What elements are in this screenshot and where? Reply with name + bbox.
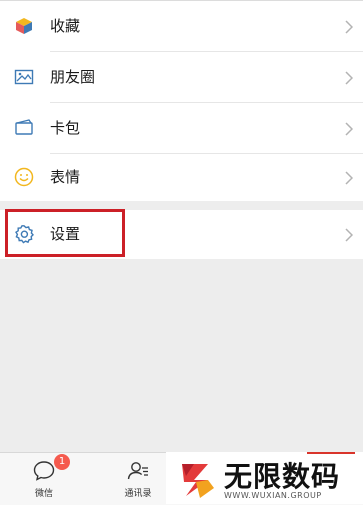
tab-contacts-label: 通讯录 <box>124 489 152 499</box>
menu-item-stickers[interactable]: 表情 <box>0 152 363 202</box>
favorites-label: 收藏 <box>50 17 81 35</box>
favorites-cube-icon <box>14 16 34 36</box>
tab-chats-label: 微信 <box>34 489 53 499</box>
watermark-title: 无限数码 <box>224 460 341 493</box>
unread-badge: 1 <box>54 454 70 470</box>
menu-group-main: 收藏 朋友圈 卡包 表情 <box>0 0 363 201</box>
chat-bubble-icon <box>32 459 56 483</box>
chevron-right-icon <box>345 170 354 185</box>
menu-item-favorites[interactable]: 收藏 <box>0 1 363 51</box>
watermark-subtitle: WWW.WUXIAN.GROUP <box>224 491 322 500</box>
menu-item-card-package[interactable]: 卡包 <box>0 103 363 153</box>
watermark-accent-line <box>307 452 355 454</box>
chevron-right-icon <box>345 19 354 34</box>
watermark-logo: 无限数码 WWW.WUXIAN.GROUP <box>166 452 363 504</box>
card-package-icon <box>14 118 34 138</box>
card-package-label: 卡包 <box>50 119 81 137</box>
settings-highlight-box <box>5 209 125 257</box>
tab-chats[interactable]: 1 微信 <box>14 453 74 505</box>
sticker-smile-icon <box>14 167 34 187</box>
stickers-label: 表情 <box>50 168 81 186</box>
menu-item-moments[interactable]: 朋友圈 <box>0 52 363 102</box>
chevron-right-icon <box>345 227 354 242</box>
tab-contacts[interactable]: 通讯录 <box>108 453 168 505</box>
moments-image-icon <box>14 67 34 87</box>
moments-label: 朋友圈 <box>50 68 96 86</box>
contacts-person-icon <box>126 459 150 483</box>
chevron-right-icon <box>345 70 354 85</box>
chevron-right-icon <box>345 121 354 136</box>
watermark-emblem-icon <box>178 458 218 500</box>
